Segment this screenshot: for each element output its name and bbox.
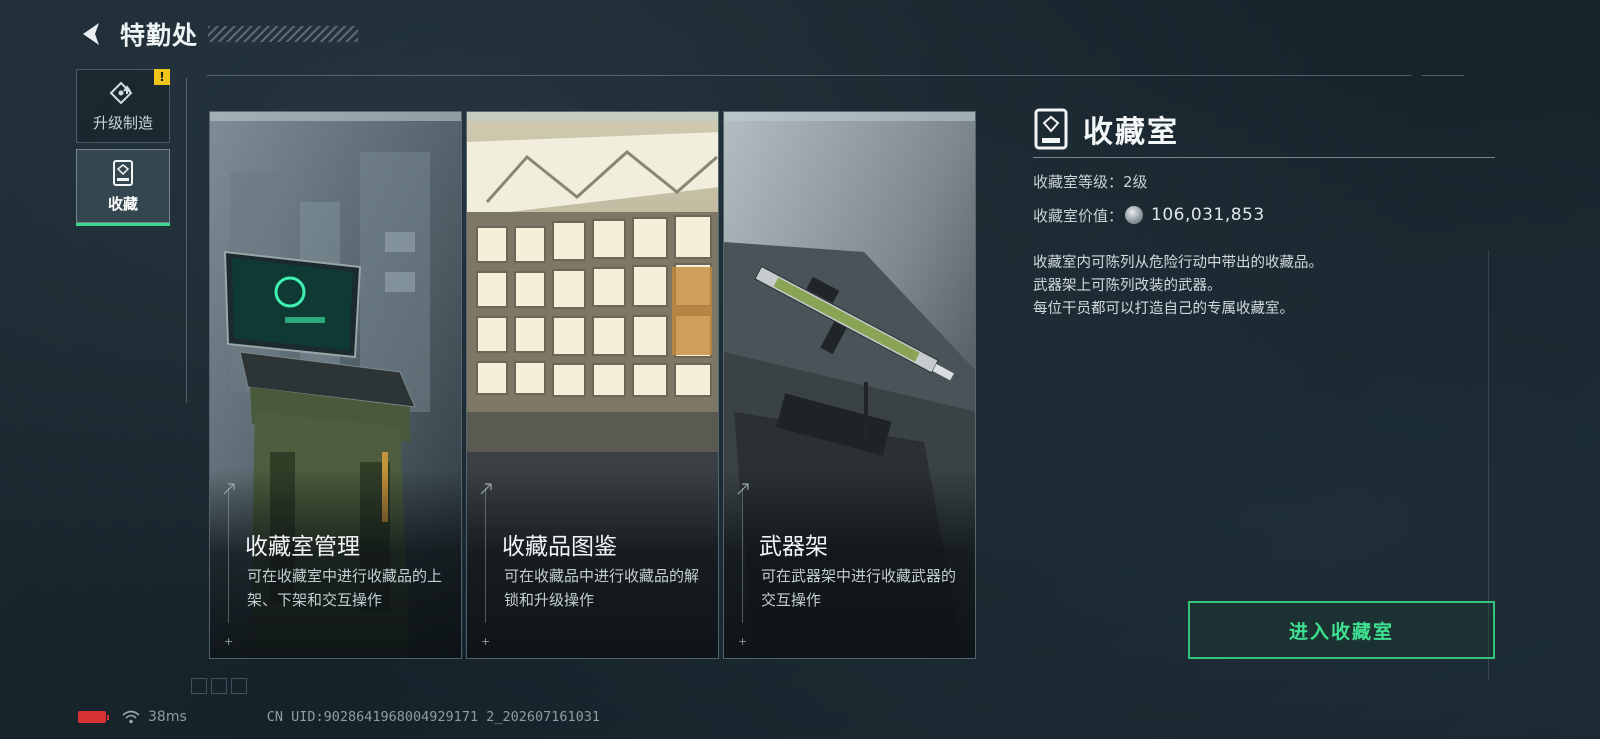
level-text: 收藏室等级：2级 — [1033, 172, 1148, 191]
card-shade — [210, 468, 461, 658]
card-topbar — [467, 112, 718, 121]
title-stripes — [208, 26, 359, 42]
deco-box — [211, 678, 227, 694]
card-title: 收藏室管理 — [245, 534, 360, 560]
plus-icon: + — [738, 635, 748, 648]
value-row: 收藏室价值： 106,031,853 — [1033, 204, 1495, 226]
card-shade — [467, 468, 718, 658]
decorative-boxes — [191, 678, 247, 694]
card-vline — [228, 488, 229, 623]
card-collection-catalog[interactable]: 收藏品图鉴 可在收藏品中进行收藏品的解锁和升级操作 + — [466, 111, 719, 659]
card-weapon-rack[interactable]: 武器架 可在武器架中进行收藏武器的交互操作 + — [723, 111, 976, 659]
battery-icon — [78, 711, 109, 723]
enter-collection-button[interactable]: 进入收藏室 — [1188, 601, 1495, 659]
card-title: 武器架 — [759, 534, 828, 560]
uid-text: CN UID:9028641968004929171 2_20260716103… — [266, 709, 600, 725]
collection-info-panel: 收藏室 收藏室等级：2级 收藏室价值： 106,031,853 收藏室内可陈列从… — [1033, 106, 1495, 321]
deco-box — [191, 678, 207, 694]
upgrade-icon — [109, 81, 133, 104]
plus-icon: + — [481, 635, 491, 648]
left-divider — [186, 78, 187, 403]
coin-icon — [1125, 206, 1144, 224]
page-header: 特勤处 — [78, 16, 359, 52]
top-divider-right — [1422, 75, 1464, 76]
desc-line: 收藏室内可陈列从危险行动中带出的收藏品。 — [1033, 255, 1323, 271]
wifi-icon — [122, 710, 140, 724]
level-row: 收藏室等级：2级 — [1033, 170, 1495, 192]
card-vline — [742, 488, 743, 623]
back-arrow-icon — [83, 23, 99, 45]
card-title: 收藏品图鉴 — [502, 534, 617, 560]
card-desc: 可在收藏品中进行收藏品的解锁和升级操作 — [504, 567, 700, 609]
panel-description: 收藏室内可陈列从危险行动中带出的收藏品。 武器架上可陈列改装的武器。 每位干员都… — [1033, 252, 1495, 321]
panel-header: 收藏室 — [1033, 106, 1495, 152]
collection-icon — [113, 159, 133, 186]
nav-item-upgrade[interactable]: ! 升级制造 — [76, 69, 170, 143]
expand-corner-icon — [223, 483, 235, 495]
card-topbar — [724, 112, 975, 121]
page-title: 特勤处 — [120, 21, 199, 50]
alert-badge: ! — [154, 69, 170, 85]
nav-item-collection[interactable]: 收藏 — [76, 149, 170, 226]
desc-line: 武器架上可陈列改装的武器。 — [1033, 278, 1222, 294]
card-shade — [724, 468, 975, 658]
plus-icon: + — [224, 635, 234, 648]
card-desc: 可在收藏室中进行收藏品的上架、下架和交互操作 — [247, 567, 443, 609]
card-vline — [485, 488, 486, 623]
enter-collection-label: 进入收藏室 — [1288, 620, 1394, 643]
panel-title: 收藏室 — [1083, 115, 1179, 150]
nav-label-collection: 收藏 — [107, 194, 138, 213]
back-button[interactable] — [78, 20, 106, 48]
card-collection-management[interactable]: 收藏室管理 可在收藏室中进行收藏品的上架、下架和交互操作 + — [209, 111, 462, 659]
status-bar: 38ms CN UID:9028641968004929171 2_202607… — [78, 707, 600, 727]
desc-line: 每位干员都可以打造自己的专属收藏室。 — [1033, 301, 1294, 317]
nav-label-upgrade: 升级制造 — [92, 113, 153, 132]
value-label: 收藏室价值： — [1033, 206, 1124, 225]
collection-room-icon — [1034, 108, 1068, 150]
expand-corner-icon — [480, 483, 492, 495]
top-divider — [207, 75, 1412, 76]
deco-box — [231, 678, 247, 694]
collection-value: 106,031,853 — [1151, 205, 1265, 225]
expand-corner-icon — [737, 483, 749, 495]
panel-divider — [1033, 157, 1495, 158]
card-topbar — [210, 112, 461, 121]
card-desc: 可在武器架中进行收藏武器的交互操作 — [761, 567, 957, 609]
ping-text: 38ms — [148, 709, 187, 725]
